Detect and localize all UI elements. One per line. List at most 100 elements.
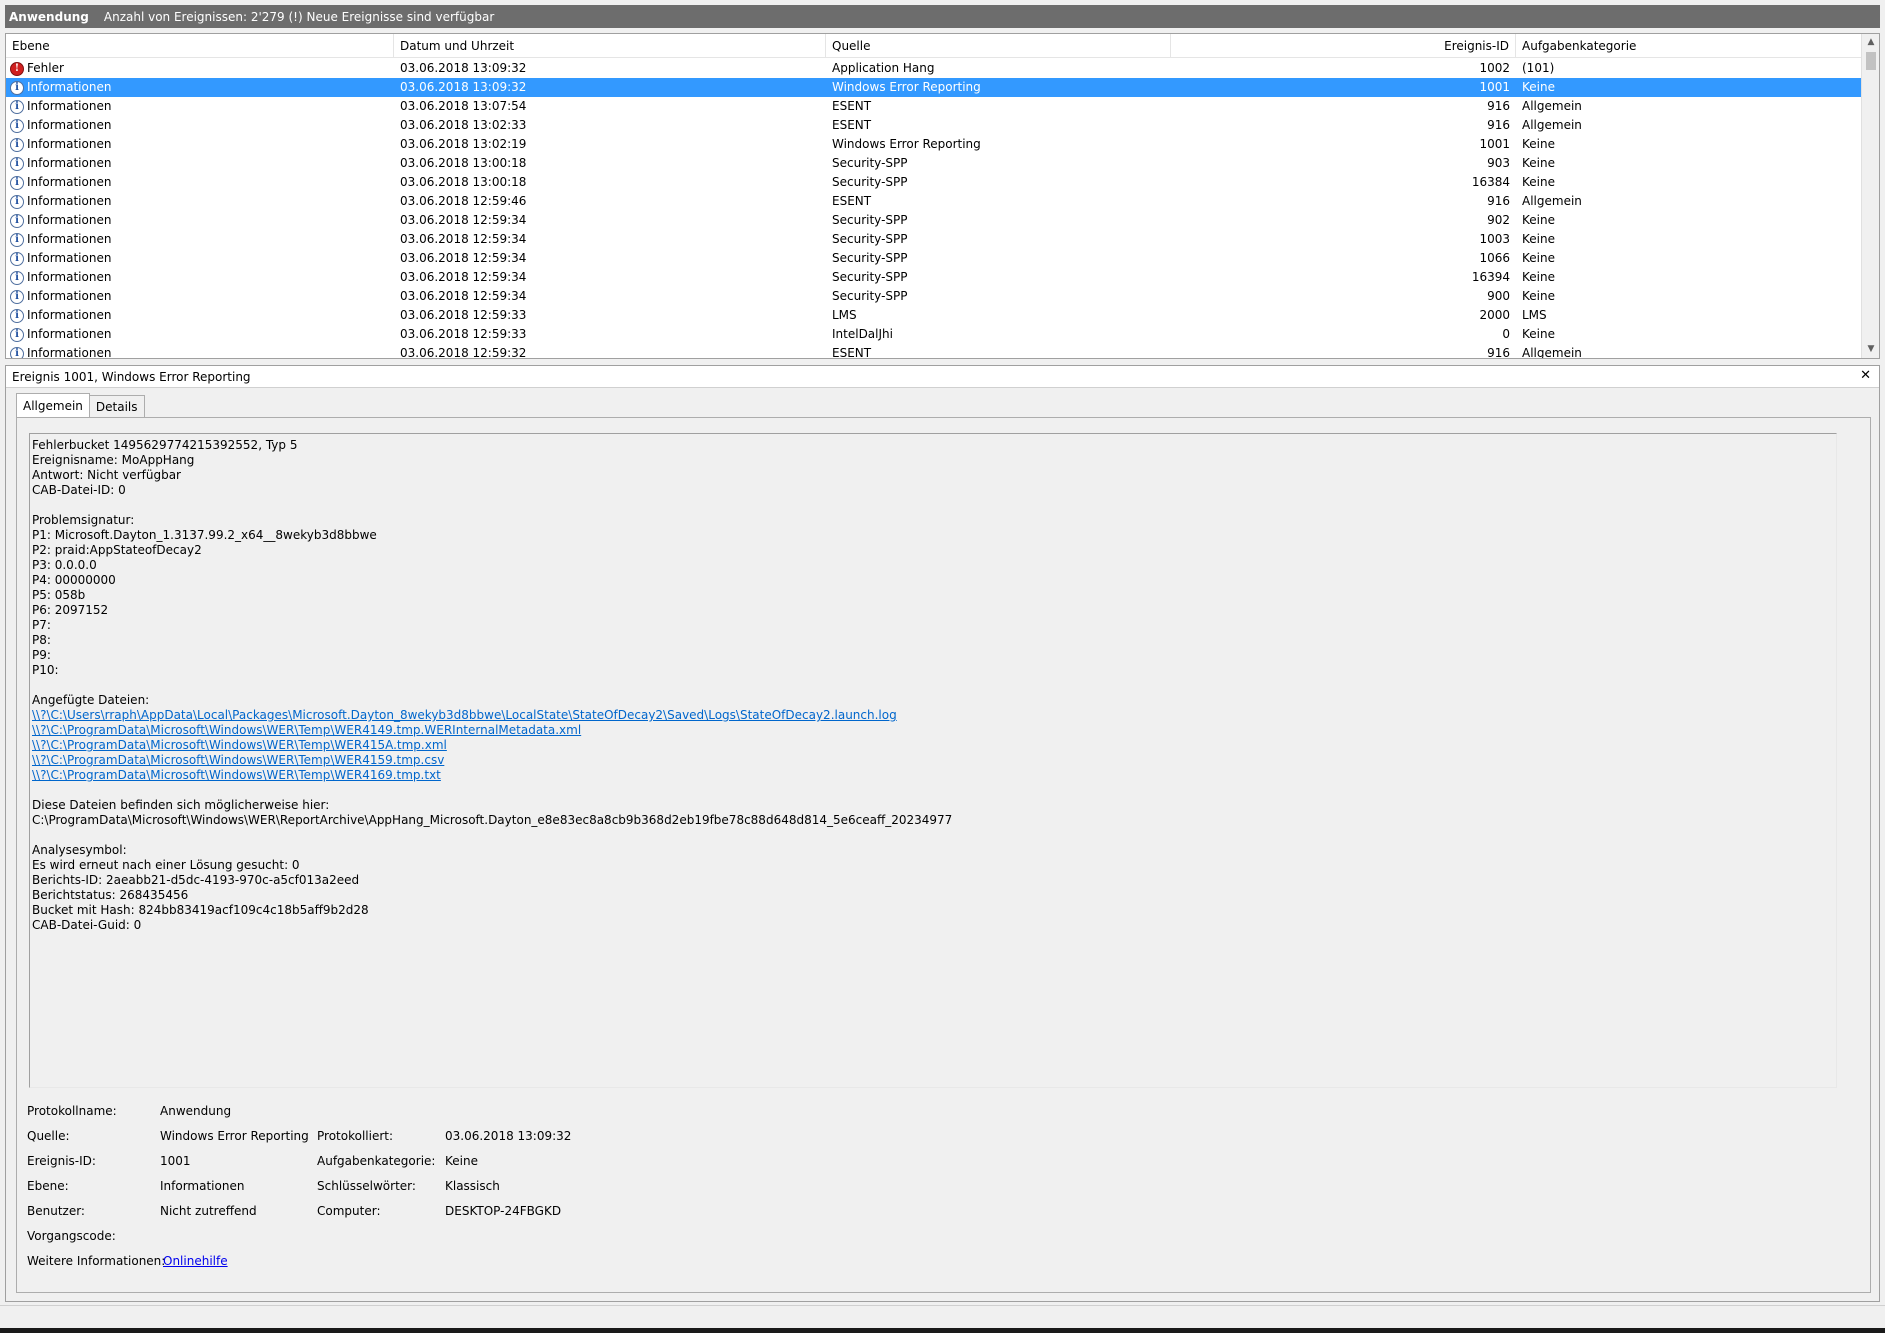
cell-category: LMS <box>1522 308 1547 322</box>
cell-event-id: 916 <box>1487 346 1510 359</box>
cell-level-text: Informationen <box>27 232 112 246</box>
cell-source: Windows Error Reporting <box>832 80 981 94</box>
table-row[interactable]: i Informationen 03.06.2018 12:59:34 Securit… <box>6 268 1862 287</box>
cell-source: ESENT <box>832 346 872 359</box>
column-header-source[interactable]: Quelle <box>826 34 1171 58</box>
cell-date: 03.06.2018 13:00:18 <box>400 156 527 170</box>
cell-source: Security-SPP <box>832 213 908 227</box>
cell-level: i Informationen <box>6 173 394 192</box>
prop-value: Keine <box>445 1154 478 1168</box>
description-line: Diese Dateien befinden sich möglicherwei… <box>32 798 330 812</box>
cell-event-id: 916 <box>1487 99 1510 113</box>
info-icon: i <box>10 118 24 133</box>
cell-level-text: Fehler <box>27 61 64 75</box>
cell-source: Application Hang <box>832 61 935 75</box>
cell-level: i Informationen <box>6 154 394 173</box>
attached-file-link[interactable]: \\?\C:\ProgramData\Microsoft\Windows\WER… <box>32 753 1834 768</box>
prop-value: Windows Error Reporting <box>160 1129 309 1143</box>
prop-value: DESKTOP-24FBGKD <box>445 1204 562 1218</box>
cell-level: i Informationen <box>6 78 394 97</box>
cell-source: Windows Error Reporting <box>832 137 981 151</box>
description-line: P5: 058b <box>32 588 86 602</box>
cell-level-text: Informationen <box>27 175 112 189</box>
info-icon: i <box>10 213 24 228</box>
cell-level-text: Informationen <box>27 194 112 208</box>
table-row[interactable]: i Informationen 03.06.2018 12:59:34 Securit… <box>6 230 1862 249</box>
column-header-event-id[interactable]: Ereignis-ID <box>1171 34 1516 58</box>
cell-date: 03.06.2018 13:02:19 <box>400 137 527 151</box>
column-header-category[interactable]: Aufgabenkategorie <box>1516 34 1862 58</box>
description-line: P2: praid:AppStateofDecay2 <box>32 543 202 557</box>
cell-level-text: Informationen <box>27 251 112 265</box>
cell-level-text: Informationen <box>27 213 112 227</box>
info-icon: i <box>10 156 24 171</box>
cell-source: Security-SPP <box>832 175 908 189</box>
cell-date: 03.06.2018 13:00:18 <box>400 175 527 189</box>
table-row[interactable]: i Informationen 03.06.2018 12:59:34 Securit… <box>6 287 1862 306</box>
cell-level: i Informationen <box>6 325 394 344</box>
attached-file-link[interactable]: \\?\C:\ProgramData\Microsoft\Windows\WER… <box>32 738 1834 753</box>
cell-category: (101) <box>1522 61 1555 75</box>
cell-level: i Informationen <box>6 97 394 116</box>
scroll-down-icon[interactable]: ▼ <box>1862 341 1879 358</box>
description-line <box>32 828 1834 843</box>
log-name: Anwendung <box>9 9 89 24</box>
cell-date: 03.06.2018 12:59:34 <box>400 270 527 284</box>
event-count-info: Anzahl von Ereignissen: 2'279 (!) Neue E… <box>103 9 495 24</box>
table-row[interactable]: i Informationen 03.06.2018 13:00:18 Securit… <box>6 173 1862 192</box>
table-row[interactable]: i Informationen 03.06.2018 12:59:33 LMS 2000… <box>6 306 1862 325</box>
bottom-edge <box>0 1328 1885 1333</box>
table-row[interactable]: i Informationen 03.06.2018 12:59:34 Securit… <box>6 249 1862 268</box>
description-line <box>32 498 1834 513</box>
table-row[interactable]: i Informationen 03.06.2018 13:02:33 ESENT 91… <box>6 116 1862 135</box>
cell-level-text: Informationen <box>27 137 112 151</box>
table-row[interactable]: i Informationen 03.06.2018 13:02:19 Windows… <box>6 135 1862 154</box>
description-line: P4: 00000000 <box>32 573 116 587</box>
description-line: CAB-Datei-Guid: 0 <box>32 918 142 932</box>
cell-category: Keine <box>1522 137 1555 151</box>
detail-title: Ereignis 1001, Windows Error Reporting ✕ <box>6 366 1879 388</box>
cell-event-id: 2000 <box>1479 308 1510 322</box>
cell-category: Allgemein <box>1522 99 1582 113</box>
column-header-level[interactable]: Ebene <box>6 34 394 58</box>
cell-source: LMS <box>832 308 857 322</box>
info-icon: i <box>10 289 24 304</box>
table-row[interactable]: i Informationen 03.06.2018 12:59:34 Securit… <box>6 211 1862 230</box>
cell-level-text: Informationen <box>27 289 112 303</box>
tab-details[interactable]: Details <box>88 395 145 417</box>
cell-source: Security-SPP <box>832 270 908 284</box>
table-row[interactable]: i Informationen 03.06.2018 12:59:32 ESENT 91… <box>6 344 1862 359</box>
cell-date: 03.06.2018 13:02:33 <box>400 118 527 132</box>
description-line: P1: Microsoft.Dayton_1.3137.99.2_x64__8w… <box>32 528 377 542</box>
online-help-link[interactable]: Onlinehilfe <box>163 1254 228 1268</box>
scroll-thumb[interactable] <box>1866 52 1876 70</box>
column-header-date[interactable]: Datum und Uhrzeit <box>394 34 826 58</box>
scroll-up-icon[interactable]: ▲ <box>1862 34 1879 51</box>
vertical-scrollbar[interactable]: ▲ ▼ <box>1861 34 1879 358</box>
cell-category: Keine <box>1522 175 1555 189</box>
cell-date: 03.06.2018 13:09:32 <box>400 80 527 94</box>
attached-file-link[interactable]: \\?\C:\ProgramData\Microsoft\Windows\WER… <box>32 768 1834 783</box>
table-row[interactable]: i Informationen 03.06.2018 12:59:33 IntelDa… <box>6 325 1862 344</box>
prop-value: Nicht zutreffend <box>160 1204 257 1218</box>
description-line: Berichts-ID: 2aeabb21-d5dc-4193-970c-a5c… <box>32 873 360 887</box>
attached-file-link[interactable]: \\?\C:\Users\rraph\AppData\Local\Package… <box>32 708 1834 723</box>
cell-source: Security-SPP <box>832 289 908 303</box>
cell-level: i Informationen <box>6 287 394 306</box>
tab-allgemein[interactable]: Allgemein <box>16 393 90 417</box>
event-list[interactable]: Ebene Datum und Uhrzeit Quelle Ereignis-… <box>5 33 1880 359</box>
detail-tabs: Allgemein Details <box>16 393 145 417</box>
table-row[interactable]: i Informationen 03.06.2018 13:00:18 Securit… <box>6 154 1862 173</box>
cell-category: Keine <box>1522 327 1555 341</box>
description-line: Es wird erneut nach einer Lösung gesucht… <box>32 858 300 872</box>
titlebar: Anwendung Anzahl von Ereignissen: 2'279 … <box>0 0 1885 33</box>
event-description-text[interactable]: Fehlerbucket 1495629774215392552, Typ 5E… <box>29 433 1837 1088</box>
table-row[interactable]: ! Fehler 03.06.2018 13:09:32 Application Ha… <box>6 59 1862 78</box>
table-row[interactable]: i Informationen 03.06.2018 13:07:54 ESENT 91… <box>6 97 1862 116</box>
attached-file-link[interactable]: \\?\C:\ProgramData\Microsoft\Windows\WER… <box>32 723 1834 738</box>
table-row[interactable]: i Informationen 03.06.2018 13:09:32 Windows… <box>6 78 1862 97</box>
table-row[interactable]: i Informationen 03.06.2018 12:59:46 ESENT 91… <box>6 192 1862 211</box>
cell-source: ESENT <box>832 99 872 113</box>
close-icon[interactable]: ✕ <box>1860 368 1871 383</box>
info-icon: i <box>10 270 24 285</box>
